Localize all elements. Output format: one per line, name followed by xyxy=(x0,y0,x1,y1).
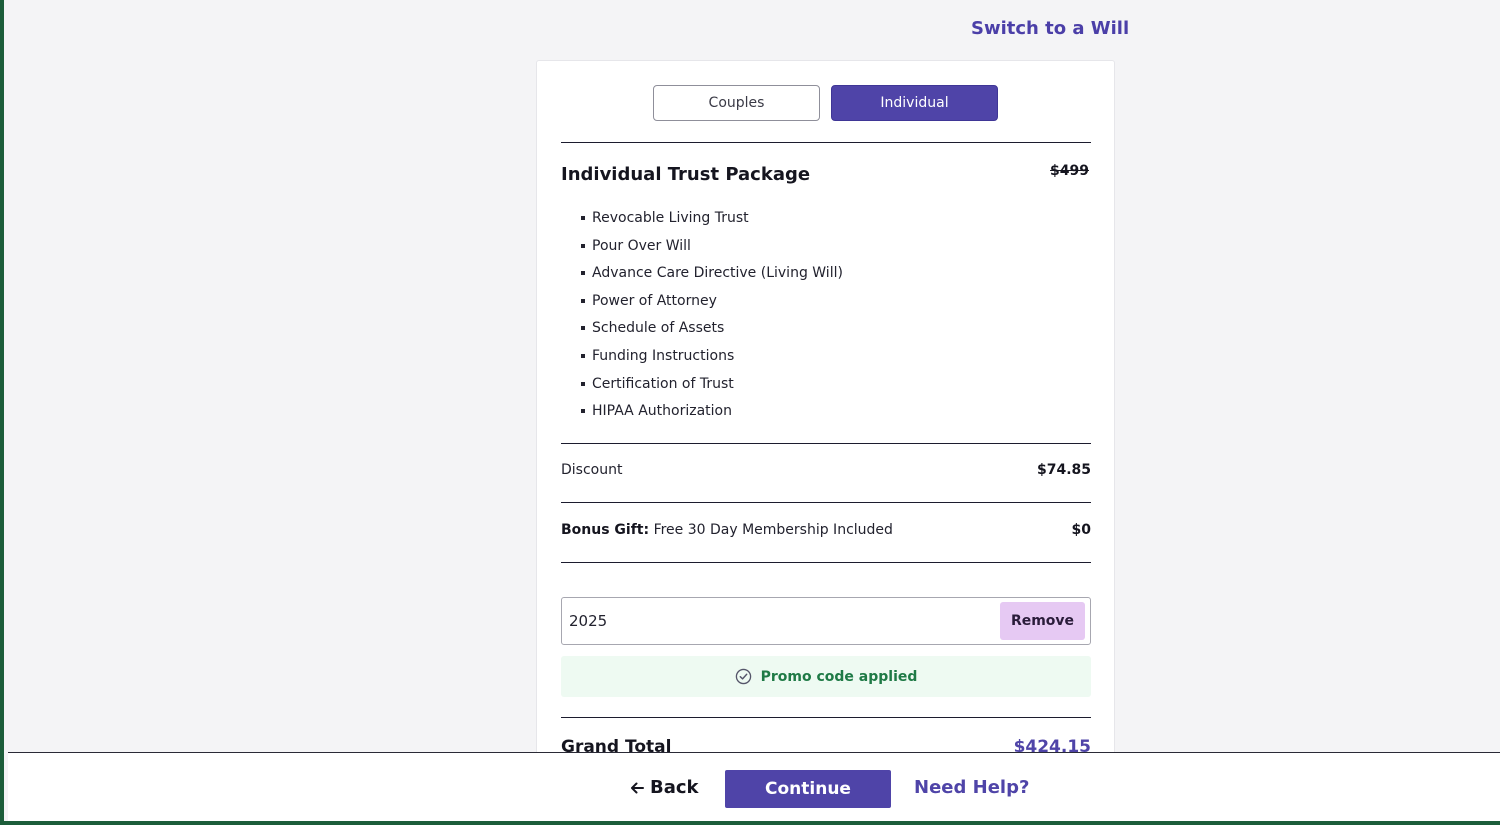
bullet-icon xyxy=(581,326,585,331)
couples-tab[interactable]: Couples xyxy=(653,85,820,121)
list-item: Funding Instructions xyxy=(581,346,843,374)
feature-label: Revocable Living Trust xyxy=(592,210,749,226)
bullet-icon xyxy=(581,353,585,358)
feature-label: Advance Care Directive (Living Will) xyxy=(592,265,843,282)
bullet-icon xyxy=(581,216,585,220)
discount-row: Discount $74.85 xyxy=(561,462,1091,478)
switch-to-will-link[interactable]: Switch to a Will xyxy=(971,18,1129,39)
bullet-icon xyxy=(581,381,585,386)
bonus-label: Bonus Gift: xyxy=(561,522,650,538)
feature-label: Schedule of Assets xyxy=(592,320,725,337)
divider xyxy=(561,142,1091,143)
footer-bar: Back Continue Need Help? xyxy=(8,752,1500,821)
feature-label: HIPAA Authorization xyxy=(592,403,732,420)
list-item: Pour Over Will xyxy=(581,236,843,264)
list-item: Certification of Trust xyxy=(581,374,843,402)
bullet-icon xyxy=(581,271,585,276)
feature-label: Power of Attorney xyxy=(592,292,717,309)
feature-label: Certification of Trust xyxy=(592,375,734,392)
back-label: Back xyxy=(650,777,699,798)
need-help-link[interactable]: Need Help? xyxy=(914,777,1029,798)
promo-code-input[interactable] xyxy=(569,610,989,632)
divider xyxy=(561,562,1091,563)
continue-button[interactable]: Continue xyxy=(725,770,891,808)
divider xyxy=(561,443,1091,444)
page-frame: Switch to a Will Couples Individual Indi… xyxy=(0,0,1500,825)
check-circle-icon xyxy=(735,668,751,685)
package-original-price: $499 xyxy=(1050,163,1089,179)
promo-applied-banner: Promo code applied xyxy=(561,656,1091,697)
feature-list: Revocable Living Trust Pour Over Will Ad… xyxy=(581,208,843,429)
discount-amount: $74.85 xyxy=(1036,462,1091,478)
discount-label: Discount xyxy=(561,462,623,478)
bullet-icon xyxy=(581,243,585,248)
plan-toggle: Couples Individual xyxy=(653,85,999,123)
list-item: Schedule of Assets xyxy=(581,318,843,346)
bullet-icon xyxy=(581,409,585,414)
arrow-left-icon xyxy=(631,782,644,793)
back-button[interactable]: Back xyxy=(630,777,699,798)
bonus-description: Free 30 Day Membership Included xyxy=(653,522,893,538)
divider xyxy=(561,717,1091,718)
list-item: Power of Attorney xyxy=(581,291,843,319)
individual-tab[interactable]: Individual xyxy=(831,85,998,121)
promo-code-box: Remove xyxy=(561,597,1091,645)
bonus-row: Bonus Gift: Free 30 Day Membership Inclu… xyxy=(561,522,1091,538)
package-title: Individual Trust Package xyxy=(561,164,811,185)
list-item: HIPAA Authorization xyxy=(581,401,843,429)
feature-label: Funding Instructions xyxy=(592,347,735,364)
list-item: Revocable Living Trust xyxy=(581,208,843,236)
bonus-amount: $0 xyxy=(1071,522,1091,538)
bullet-icon xyxy=(581,298,585,303)
remove-promo-button[interactable]: Remove xyxy=(1000,602,1085,640)
promo-status-text: Promo code applied xyxy=(760,668,918,685)
feature-label: Pour Over Will xyxy=(592,237,691,254)
list-item: Advance Care Directive (Living Will) xyxy=(581,263,843,291)
pricing-card: Couples Individual Individual Trust Pack… xyxy=(536,60,1115,760)
divider xyxy=(561,502,1091,503)
bonus-text: Bonus Gift: Free 30 Day Membership Inclu… xyxy=(561,522,893,538)
